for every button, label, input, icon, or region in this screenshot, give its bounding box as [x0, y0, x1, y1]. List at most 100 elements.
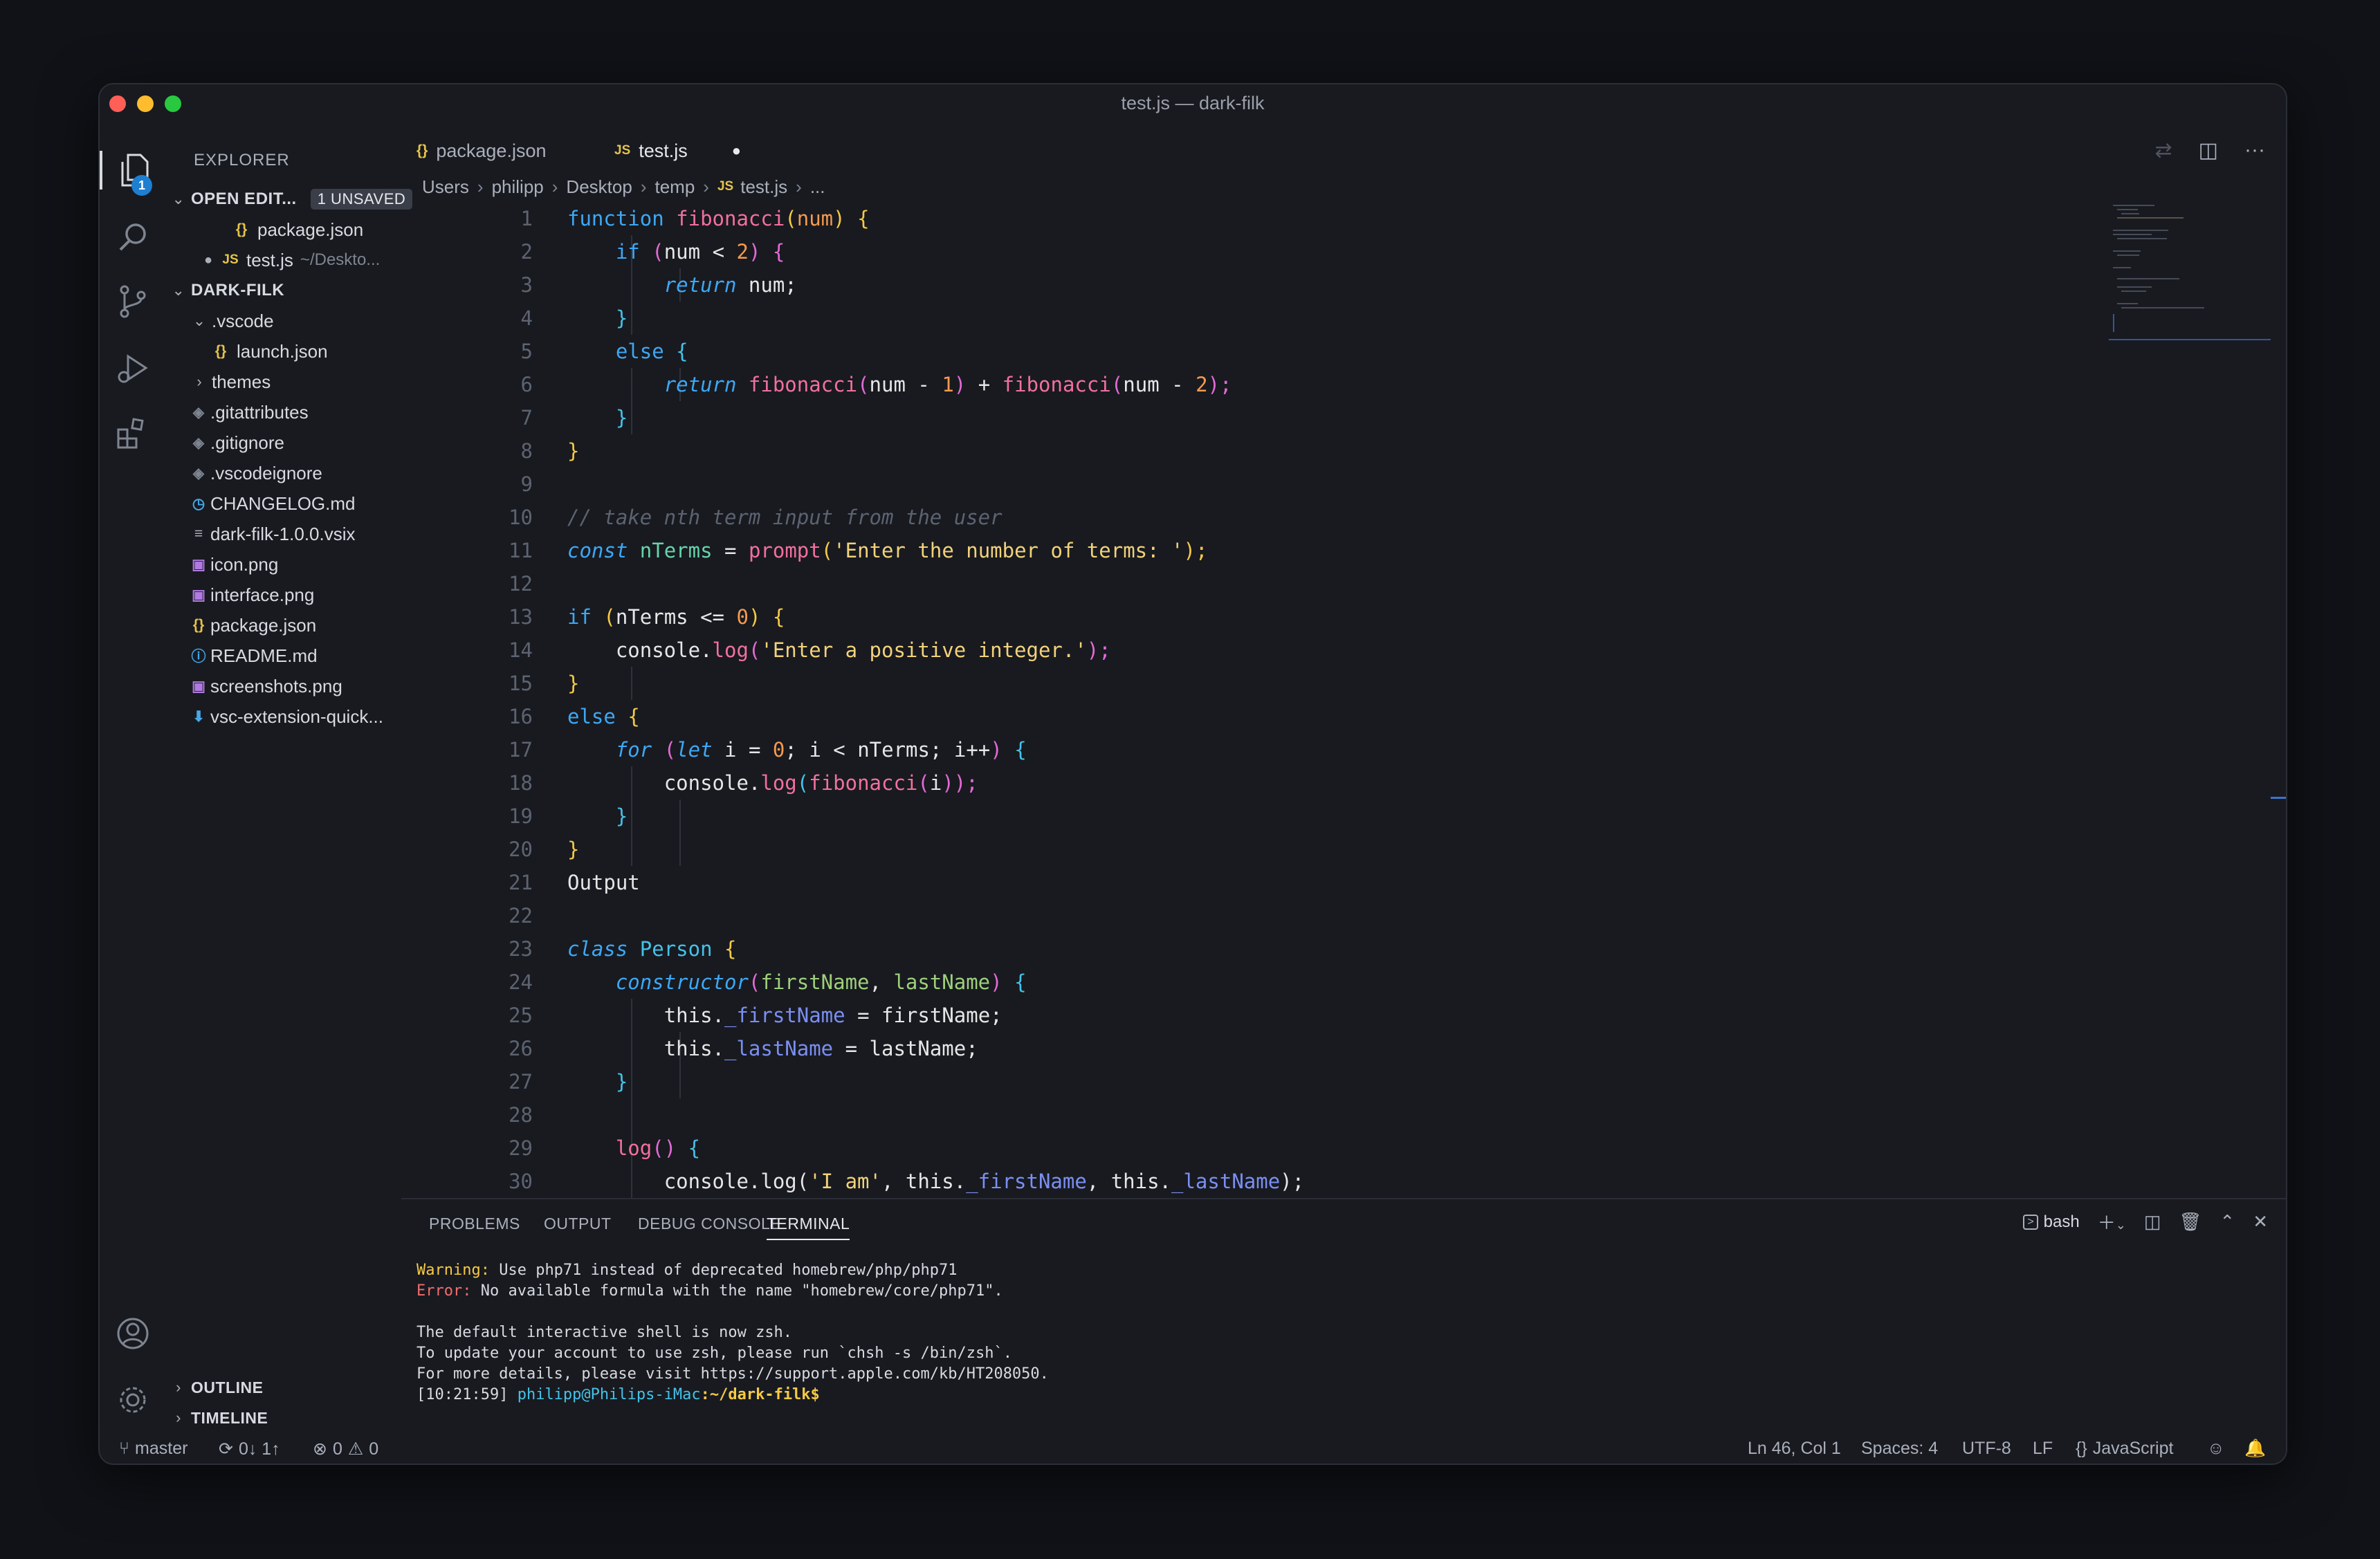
- sync-status[interactable]: ⟳ 0↓ 1↑: [219, 1439, 280, 1459]
- terminal-warning-label: Warning:: [416, 1262, 490, 1279]
- source-control-activity[interactable]: [113, 282, 152, 321]
- terminal-line: To update your account to use zsh, pleas…: [416, 1345, 1012, 1362]
- accounts-activity[interactable]: [113, 1314, 152, 1353]
- file-item[interactable]: {} package.json: [187, 611, 316, 639]
- dirty-indicator-icon[interactable]: ●: [732, 142, 741, 160]
- explorer-activity[interactable]: 1: [100, 151, 166, 196]
- split-editor-icon[interactable]: ◫: [2199, 138, 2218, 163]
- line-number: 1: [520, 207, 533, 230]
- chevron-down-icon: ⌄: [172, 190, 185, 207]
- error-icon: ⊗: [313, 1439, 327, 1459]
- breadcrumb-item[interactable]: Desktop: [566, 176, 632, 198]
- open-changes-icon[interactable]: ⇄: [2155, 138, 2172, 163]
- account-icon: [117, 1318, 149, 1349]
- chevron-right-icon: ›: [477, 176, 484, 197]
- tab-terminal[interactable]: TERMINAL: [767, 1215, 850, 1240]
- cursor-position[interactable]: Ln 46, Col 1: [1748, 1439, 1841, 1459]
- file-name: screenshots.png: [210, 675, 342, 697]
- new-terminal-icon[interactable]: ＋⌄: [2098, 1209, 2126, 1235]
- image-file-icon: ▣: [192, 556, 205, 573]
- code-line: 10// take nth term input from the user: [509, 506, 1003, 529]
- code-line: 12: [509, 572, 533, 596]
- file-item[interactable]: ◷ CHANGELOG.md: [187, 490, 356, 517]
- editor-tab-bar: {} package.json JS test.js ● ⇄ ◫ ···: [401, 123, 2286, 178]
- file-item[interactable]: ⓘ README.md: [187, 642, 318, 670]
- breadcrumb-item[interactable]: ...: [810, 176, 825, 198]
- tab-problems[interactable]: PROBLEMS: [429, 1215, 520, 1233]
- run-debug-activity[interactable]: [113, 349, 152, 387]
- open-editor-item-dirty[interactable]: ● JS test.js ~/Deskto...: [198, 246, 380, 274]
- code-line: 22: [509, 904, 533, 928]
- file-name: interface.png: [210, 584, 315, 605]
- file-item[interactable]: ▣ interface.png: [187, 581, 314, 609]
- close-panel-icon[interactable]: ✕: [2253, 1211, 2268, 1233]
- maximize-panel-icon[interactable]: ⌃: [2219, 1211, 2235, 1233]
- file-item[interactable]: ≡ dark-filk-1.0.0.vsix: [187, 520, 356, 548]
- terminal-prompt-path: :~/dark-filk$: [700, 1386, 820, 1403]
- branch-status[interactable]: ⑂ master: [119, 1439, 187, 1459]
- file-item[interactable]: ◈ .gitignore: [187, 429, 284, 456]
- code-line: 25 this._firstName = firstName;: [509, 1004, 1003, 1027]
- explorer-sidebar: EXPLORER ··· ⌄ OPEN EDIT... 1 UNSAVED {}…: [166, 123, 473, 1433]
- warning-count: 0: [369, 1439, 379, 1459]
- scrollbar-marker[interactable]: [2271, 797, 2286, 799]
- open-editor-item[interactable]: {} package.json: [230, 216, 363, 243]
- trash-icon[interactable]: 🗑: [2179, 1211, 2202, 1233]
- terminal-line: For more details, please visit https://s…: [416, 1365, 1049, 1383]
- tab-package-json[interactable]: {} package.json: [401, 123, 588, 178]
- tab-debug-console[interactable]: DEBUG CONSOLE: [638, 1215, 781, 1233]
- problems-status[interactable]: ⊗ 0 ⚠ 0: [313, 1439, 378, 1459]
- outline-section[interactable]: › OUTLINE: [166, 1374, 263, 1401]
- split-terminal-icon[interactable]: ◫: [2144, 1211, 2161, 1233]
- file-item[interactable]: ▣ icon.png: [187, 551, 278, 578]
- tab-label: test.js: [639, 140, 688, 161]
- source-control-icon: [120, 285, 146, 318]
- chevron-right-icon: ›: [176, 1378, 181, 1396]
- shell-name: bash: [2043, 1212, 2080, 1231]
- notifications-icon[interactable]: 🔔: [2244, 1439, 2266, 1459]
- folder-item[interactable]: › themes: [187, 368, 271, 396]
- activity-bar: 1: [100, 123, 166, 1433]
- vscode-window: test.js — dark-filk 1 EXPLORER ···: [98, 83, 2287, 1465]
- settings-activity[interactable]: [113, 1381, 152, 1419]
- open-editor-path: ~/Deskto...: [300, 250, 381, 269]
- more-actions-icon[interactable]: ···: [2244, 138, 2265, 163]
- indent-guide: [631, 667, 632, 700]
- terminal-selector[interactable]: > bash: [2023, 1212, 2080, 1232]
- code-editor[interactable]: 1 function fibonacci(num) { 2 if (num < 2…: [401, 202, 2200, 1281]
- timeline-section[interactable]: › TIMELINE: [166, 1404, 268, 1432]
- json-file-icon: {}: [214, 343, 227, 359]
- indentation-status[interactable]: Spaces: 4: [1861, 1439, 1938, 1459]
- tab-test-js[interactable]: JS test.js ●: [595, 123, 768, 178]
- minimap[interactable]: [2109, 202, 2271, 340]
- feedback-icon[interactable]: ☺: [2207, 1439, 2225, 1459]
- breadcrumb-item[interactable]: Users: [422, 176, 469, 198]
- eol-status[interactable]: LF: [2033, 1439, 2053, 1459]
- code-line: 5 else {: [520, 340, 688, 363]
- encoding-status[interactable]: UTF-8: [1962, 1439, 2011, 1459]
- breadcrumb-item[interactable]: temp: [654, 176, 695, 198]
- image-file-icon: ▣: [192, 587, 205, 603]
- braces-icon: {}: [2076, 1439, 2087, 1458]
- breadcrumb-item[interactable]: test.js: [740, 176, 787, 198]
- extensions-activity[interactable]: [113, 414, 152, 452]
- chevron-right-icon: ›: [640, 176, 647, 197]
- file-item[interactable]: ⬇ vsc-extension-quick...: [187, 703, 383, 730]
- tab-output[interactable]: OUTPUT: [544, 1215, 612, 1233]
- terminal-prompt-time: [10:21:59]: [416, 1386, 509, 1403]
- editor-actions: ⇄ ◫ ···: [2155, 138, 2265, 163]
- folder-item[interactable]: ⌄ .vscode: [187, 307, 274, 335]
- window-title: test.js — dark-filk: [1121, 93, 1265, 113]
- file-item[interactable]: ◈ .vscodeignore: [187, 459, 322, 487]
- file-name: vsc-extension-quick...: [210, 705, 383, 727]
- open-editors-label: OPEN EDIT...: [191, 190, 297, 208]
- code-line: 26 this._lastName = lastName;: [509, 1037, 978, 1060]
- file-item[interactable]: ▣ screenshots.png: [187, 672, 342, 700]
- breadcrumb-item[interactable]: philipp: [492, 176, 544, 198]
- search-activity[interactable]: [113, 217, 152, 256]
- file-item[interactable]: {} launch.json: [209, 338, 328, 365]
- js-file-icon: JS: [222, 252, 239, 267]
- language-status[interactable]: {} JavaScript: [2076, 1439, 2173, 1459]
- code-line: 6 return fibonacci(num - 1) + fibonacci(…: [520, 373, 1232, 396]
- file-item[interactable]: ◈ .gitattributes: [187, 398, 309, 426]
